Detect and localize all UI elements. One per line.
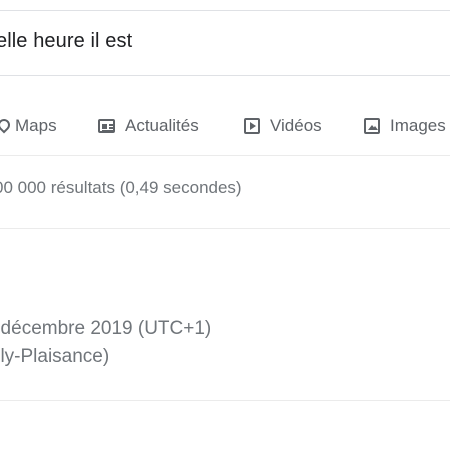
divider: [0, 228, 450, 229]
image-icon: [364, 118, 380, 134]
tab-maps[interactable]: Maps: [0, 113, 57, 139]
map-pin-icon: [0, 119, 9, 133]
search-results-page: elle heure il est Maps Actualités Vidéos…: [0, 0, 450, 450]
search-tabs: Maps Actualités Vidéos Images: [0, 100, 450, 154]
divider: [0, 155, 450, 156]
tab-news-label: Actualités: [125, 116, 199, 135]
tab-images-label: Images: [390, 116, 446, 135]
tab-news[interactable]: Actualités: [98, 113, 199, 139]
time-card-date: . décembre 2019 (UTC+1): [0, 318, 212, 339]
news-icon: [98, 119, 115, 133]
tab-images[interactable]: Images: [364, 113, 446, 139]
tab-videos-label: Vidéos: [270, 116, 322, 135]
divider: [0, 400, 450, 401]
tab-videos[interactable]: Vidéos: [244, 113, 322, 139]
play-video-icon: [244, 118, 260, 134]
tab-maps-label: Maps: [15, 116, 57, 135]
result-stats: 00 000 résultats (0,49 secondes): [0, 178, 242, 197]
time-card-location: illy-Plaisance): [0, 346, 110, 367]
search-query-text[interactable]: elle heure il est: [0, 30, 132, 53]
